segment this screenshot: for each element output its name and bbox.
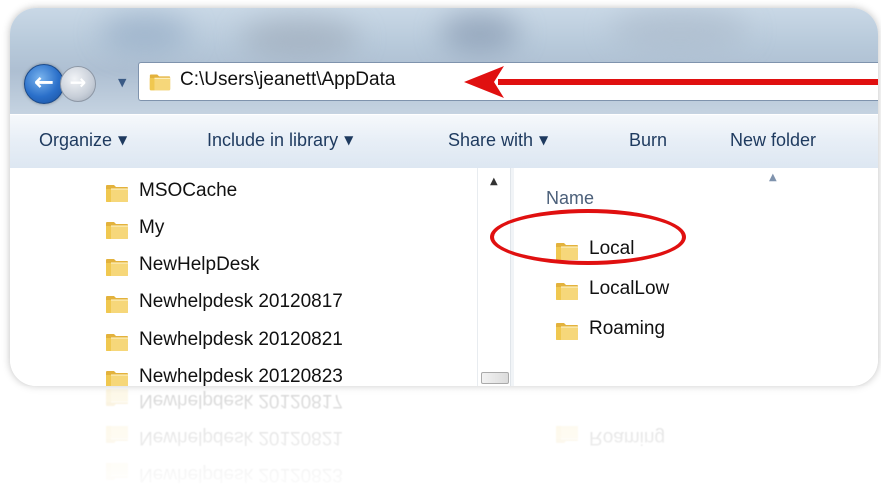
nav-item-label: Newhelpdesk 20120821 bbox=[139, 329, 343, 350]
window-reflection: Newhelpdesk 20120823 Newhelpdesk 2012082… bbox=[10, 386, 878, 497]
chevron-down-icon: ▼ bbox=[118, 76, 127, 89]
share-with-label: Share with bbox=[448, 130, 534, 150]
chevron-down-icon: ▼ bbox=[539, 133, 549, 147]
nav-item-label: MSOCache bbox=[139, 180, 238, 201]
organize-button[interactable]: Organize ▼ bbox=[39, 130, 127, 151]
new-folder-button[interactable]: New folder bbox=[730, 130, 816, 151]
folder-icon bbox=[104, 255, 130, 277]
forward-button[interactable]: → bbox=[60, 66, 96, 102]
nav-item-label: Newhelpdesk 20120817 bbox=[139, 291, 343, 312]
chevron-down-icon: ▼ bbox=[344, 133, 354, 147]
folder-icon bbox=[554, 279, 580, 301]
reflection-fade bbox=[10, 386, 878, 497]
scroll-up-icon[interactable]: ▲ bbox=[490, 176, 498, 187]
folder-icon bbox=[148, 70, 172, 92]
include-in-library-label: Include in library bbox=[207, 130, 339, 150]
address-path[interactable]: C:\Users\jeanett\AppData bbox=[180, 69, 395, 91]
file-item-label: LocalLow bbox=[589, 278, 670, 299]
arrow-left-icon: ← bbox=[33, 68, 55, 96]
explorer-window: ← → ▼ C:\Users\jeanett\AppData Organize ▼… bbox=[10, 8, 878, 386]
history-dropdown-button[interactable]: ▼ bbox=[118, 76, 126, 89]
title-bar: ← → ▼ C:\Users\jeanett\AppData bbox=[10, 8, 878, 114]
organize-label: Organize bbox=[39, 130, 113, 150]
chevron-down-icon: ▼ bbox=[118, 133, 128, 147]
annotation-arrow bbox=[464, 66, 878, 98]
folder-icon bbox=[104, 292, 130, 314]
burn-button[interactable]: Burn bbox=[629, 130, 667, 151]
nav-item-label: Newhelpdesk 20120823 bbox=[139, 366, 343, 386]
file-item-label: Roaming bbox=[589, 318, 666, 339]
folder-icon bbox=[104, 218, 130, 240]
nav-pane-scrollbar[interactable]: ▲ bbox=[477, 168, 511, 386]
folder-icon bbox=[104, 181, 130, 203]
arrow-right-icon: → bbox=[69, 70, 87, 94]
command-bar: Organize ▼ Include in library ▼ Share with… bbox=[10, 114, 878, 169]
nav-item-label: NewHelpDesk bbox=[139, 254, 260, 275]
annotation-circle bbox=[490, 209, 686, 265]
navigation-pane: MSOCache My NewHelpDesk Newhelpdesk 2012… bbox=[10, 168, 477, 386]
folder-icon bbox=[554, 319, 580, 341]
scroll-thumb[interactable] bbox=[481, 372, 509, 384]
sort-ascending-icon: ▲ bbox=[769, 172, 777, 183]
back-button[interactable]: ← bbox=[24, 64, 64, 104]
share-with-button[interactable]: Share with ▼ bbox=[448, 130, 548, 151]
folder-icon bbox=[104, 330, 130, 352]
column-header-name[interactable]: Name bbox=[546, 188, 594, 209]
burn-label: Burn bbox=[629, 130, 668, 150]
file-list-pane: ▲ Name Local LocalLow Roaming bbox=[514, 168, 878, 386]
nav-item-label: My bbox=[139, 217, 165, 238]
include-in-library-button[interactable]: Include in library ▼ bbox=[207, 130, 353, 151]
folder-icon bbox=[104, 367, 130, 386]
new-folder-label: New folder bbox=[730, 130, 817, 150]
